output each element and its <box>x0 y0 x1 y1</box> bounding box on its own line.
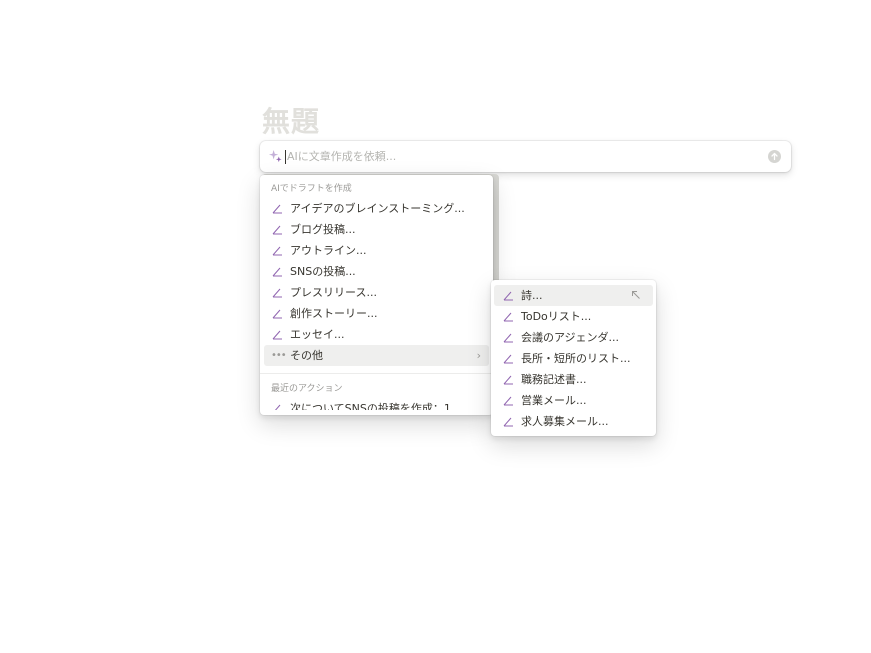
pen-icon <box>503 354 513 364</box>
enter-arrow-icon <box>632 291 640 299</box>
section-label-draft: AIでドラフトを作成 <box>271 184 352 194</box>
ai-sparkle-icon <box>268 149 282 163</box>
menu-item-press-release[interactable]: プレスリリース... <box>264 282 489 303</box>
text-caret <box>285 150 286 164</box>
menu-item-label: 長所・短所のリスト... <box>521 352 631 365</box>
pen-icon <box>272 204 282 214</box>
pen-icon <box>503 417 513 427</box>
submit-button[interactable] <box>768 150 781 163</box>
pen-icon <box>503 312 513 322</box>
menu-divider <box>260 373 493 374</box>
pen-icon <box>503 333 513 343</box>
pen-icon <box>503 375 513 385</box>
menu-item-essay[interactable]: エッセイ... <box>264 324 489 345</box>
more-submenu: 詩... ToDoリスト... 会議のアジェンダ... 長所・短所のリスト...… <box>491 280 656 436</box>
ai-prompt-input[interactable] <box>287 145 757 167</box>
submenu-item-sales-email[interactable]: 営業メール... <box>494 390 653 411</box>
arrow-up-icon <box>771 152 778 161</box>
menu-item-label: プレスリリース... <box>290 286 377 299</box>
pen-icon <box>272 246 282 256</box>
menu-item-label: その他 <box>290 349 323 362</box>
pen-icon <box>503 291 513 301</box>
submenu-item-recruiting-email[interactable]: 求人募集メール... <box>494 411 653 432</box>
submenu-item-pros-cons[interactable]: 長所・短所のリスト... <box>494 348 653 369</box>
menu-item-label: SNSの投稿... <box>290 265 356 278</box>
menu-item-creative-story[interactable]: 創作ストーリー... <box>264 303 489 324</box>
page-title[interactable]: 無題 <box>262 100 320 140</box>
menu-item-label: 求人募集メール... <box>521 415 609 428</box>
submenu-item-poem[interactable]: 詩... <box>494 285 653 306</box>
menu-item-label: 会議のアジェンダ... <box>521 331 620 344</box>
menu-item-recent[interactable]: 次についてSNSの投稿を作成：1 <box>264 398 489 410</box>
menu-item-sns-post[interactable]: SNSの投稿... <box>264 261 489 282</box>
menu-item-label: エッセイ... <box>290 328 345 341</box>
menu-item-label: アイデアのブレインストーミング... <box>290 202 465 215</box>
ai-prompt-bar[interactable] <box>260 141 791 172</box>
pen-icon <box>272 309 282 319</box>
submenu-item-todo-list[interactable]: ToDoリスト... <box>494 306 653 327</box>
pen-icon <box>274 404 281 410</box>
menu-item-label: ブログ投稿... <box>290 223 356 236</box>
menu-item-label: 創作ストーリー... <box>290 307 378 320</box>
menu-item-label: アウトライン... <box>290 244 367 257</box>
pen-icon <box>272 288 282 298</box>
chevron-right-icon: › <box>476 349 481 362</box>
menu-item-label: ToDoリスト... <box>521 310 592 323</box>
menu-item-label: 詩... <box>521 289 543 302</box>
menu-item-label: 次についてSNSの投稿を作成：1 <box>290 402 451 410</box>
pen-icon <box>503 396 513 406</box>
pen-icon <box>272 267 282 277</box>
menu-item-blog-post[interactable]: ブログ投稿... <box>264 219 489 240</box>
menu-item-outline[interactable]: アウトライン... <box>264 240 489 261</box>
submenu-item-meeting-agenda[interactable]: 会議のアジェンダ... <box>494 327 653 348</box>
submenu-item-job-description[interactable]: 職務記述書... <box>494 369 653 390</box>
pen-icon <box>272 225 282 235</box>
menu-item-more[interactable]: ••• その他 › <box>264 345 489 366</box>
menu-item-label: 職務記述書... <box>521 373 587 386</box>
pen-icon <box>272 330 282 340</box>
ai-draft-menu: AIでドラフトを作成 アイデアのブレインストーミング... ブログ投稿... ア… <box>260 175 493 415</box>
more-dots-icon: ••• <box>271 350 287 361</box>
menu-item-label: 営業メール... <box>521 394 587 407</box>
menu-item-brainstorm[interactable]: アイデアのブレインストーミング... <box>264 198 489 219</box>
section-label-recent: 最近のアクション <box>271 384 343 394</box>
